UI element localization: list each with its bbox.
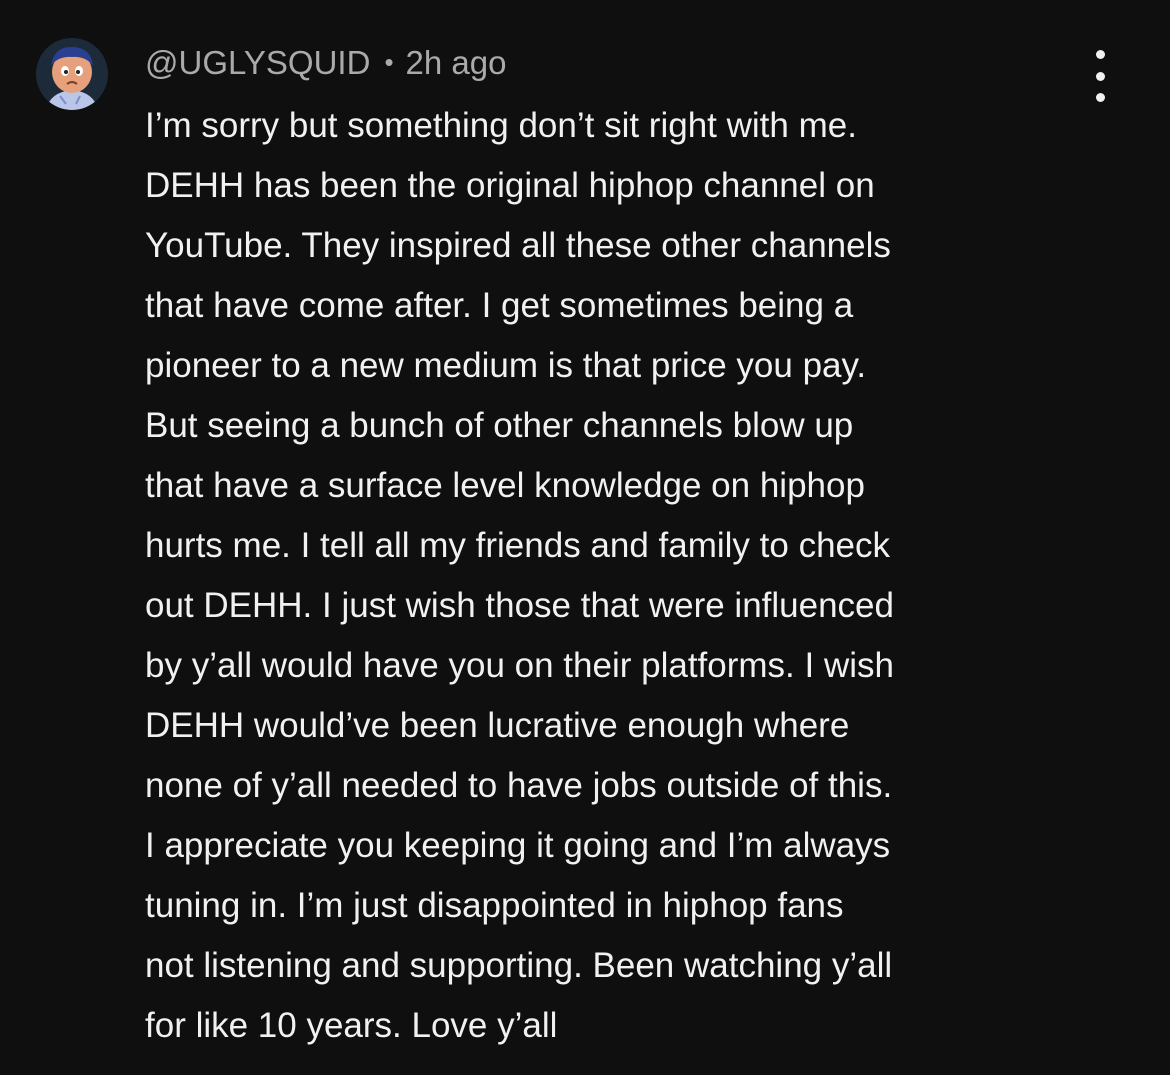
comment-line: hurts me. I tell all my friends and fami… [145, 526, 890, 565]
comment: @UGLYSQUID • 2h ago I’m sorry but someth… [0, 0, 1170, 1075]
comment-line: for like 10 years. Love y’all [145, 1006, 558, 1045]
comment-line: But seeing a bunch of other channels blo… [145, 406, 854, 445]
comment-line: not listening and supporting. Been watch… [145, 946, 893, 985]
more-vertical-icon[interactable] [1080, 50, 1120, 102]
menu-dot [1095, 71, 1105, 81]
comment-line: none of y’all needed to have jobs outsid… [145, 766, 893, 805]
comment-line: tuning in. I’m just disappointed in hiph… [145, 886, 844, 925]
comment-timestamp[interactable]: 2h ago [406, 44, 507, 82]
author-handle[interactable]: @UGLYSQUID [145, 44, 370, 82]
comment-line: out DEHH. I just wish those that were in… [145, 586, 894, 625]
comment-line: pioneer to a new medium is that price yo… [145, 346, 867, 385]
comment-line: YouTube. They inspired all these other c… [145, 226, 891, 265]
comment-line: I’m sorry but something don’t sit right … [145, 106, 857, 145]
comment-line: that have a surface level knowledge on h… [145, 466, 865, 505]
comment-text: I’m sorry but something don’t sit right … [145, 96, 1145, 1056]
comment-line: by y’all would have you on their platfor… [145, 646, 894, 685]
comment-line: that have come after. I get sometimes be… [145, 286, 854, 325]
menu-dot [1095, 50, 1105, 59]
comment-header: @UGLYSQUID • 2h ago [145, 40, 506, 86]
comment-line: DEHH has been the original hiphop channe… [145, 166, 875, 205]
avatar[interactable] [36, 38, 108, 110]
comment-line: DEHH would’ve been lucrative enough wher… [145, 706, 850, 745]
meta-separator: • [384, 46, 394, 77]
comment-line: I appreciate you keeping it going and I’… [145, 826, 891, 865]
cartoon-character-avatar-icon [36, 38, 108, 110]
